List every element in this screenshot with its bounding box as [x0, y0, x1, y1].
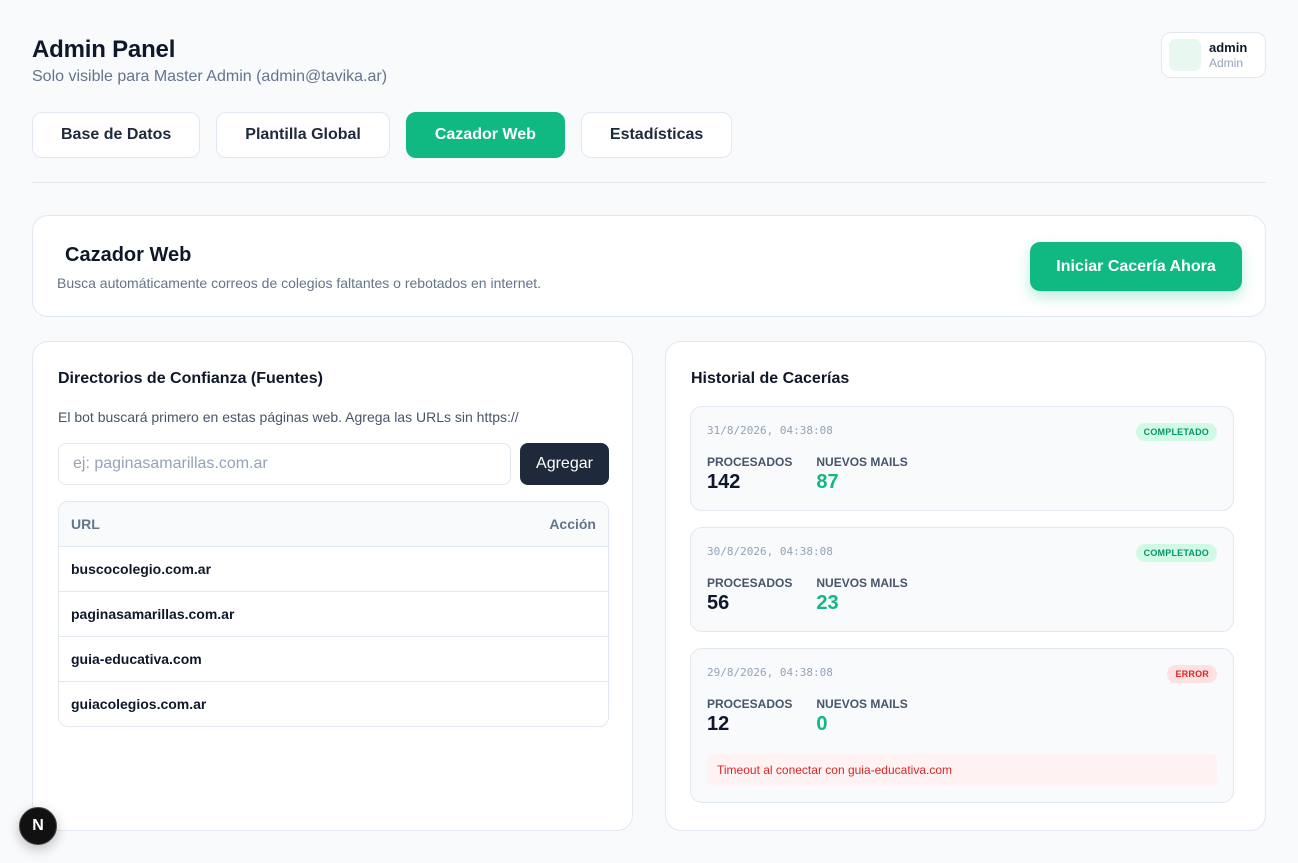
hero-description: Busca automáticamente correos de colegio… — [57, 275, 542, 291]
url-input[interactable] — [58, 443, 511, 485]
new-mails-label: NUEVOS MAILS — [816, 455, 908, 469]
status-badge: COMPLETADO — [1135, 544, 1217, 562]
start-hunt-button[interactable]: Iniciar Cacería Ahora — [1030, 242, 1242, 291]
url-cell: paginasamarillas.com.ar — [71, 606, 235, 622]
sources-card: Directorios de Confianza (Fuentes) El bo… — [32, 341, 633, 831]
column-action: Acción — [549, 516, 596, 532]
history-list: 31/8/2026, 04:38:08 COMPLETADO PROCESADO… — [690, 406, 1234, 819]
tab-plantilla-global[interactable]: Plantilla Global — [216, 112, 390, 158]
sources-hint: El bot buscará primero en estas páginas … — [58, 409, 519, 425]
processed-value: 56 — [707, 592, 730, 614]
sources-title: Directorios de Confianza (Fuentes) — [58, 370, 323, 387]
sources-table: URL Acción buscocolegio.com.ar paginasam… — [58, 501, 609, 727]
avatar — [1169, 39, 1201, 71]
page-subtitle: Solo visible para Master Admin (admin@ta… — [32, 68, 388, 85]
hero-title: Cazador Web — [65, 244, 192, 266]
user-role: Admin — [1209, 55, 1244, 70]
processed-value: 12 — [707, 713, 730, 735]
table-row: guiacolegios.com.ar — [59, 681, 608, 726]
user-name: admin — [1209, 39, 1248, 55]
new-mails-label: NUEVOS MAILS — [816, 576, 908, 590]
new-mails-label: NUEVOS MAILS — [816, 697, 908, 711]
column-url: URL — [71, 516, 100, 532]
add-url-button[interactable]: Agregar — [520, 443, 609, 485]
page-title: Admin Panel — [32, 36, 176, 63]
history-timestamp: 29/8/2026, 04:38:08 — [707, 666, 833, 679]
page-header: Admin Panel Solo visible para Master Adm… — [32, 36, 387, 86]
nextjs-dev-badge[interactable]: N — [19, 807, 57, 845]
status-badge: COMPLETADO — [1135, 423, 1217, 441]
tab-cazador-web[interactable]: Cazador Web — [405, 112, 565, 158]
history-item: 29/8/2026, 04:38:08 ERROR PROCESADOS 12 … — [690, 648, 1234, 803]
new-mails-value: 0 — [816, 713, 828, 735]
history-item: 30/8/2026, 04:38:08 COMPLETADO PROCESADO… — [690, 527, 1234, 632]
url-cell: guiacolegios.com.ar — [71, 696, 207, 712]
processed-label: PROCESADOS — [707, 455, 793, 469]
user-menu[interactable]: admin Admin — [1161, 32, 1266, 78]
error-message: Timeout al conectar con guia-educativa.c… — [707, 754, 1217, 786]
history-item: 31/8/2026, 04:38:08 COMPLETADO PROCESADO… — [690, 406, 1234, 511]
table-header: URL Acción — [59, 502, 608, 546]
url-cell: buscocolegio.com.ar — [71, 561, 212, 577]
status-badge: ERROR — [1167, 665, 1217, 683]
table-row: paginasamarillas.com.ar — [59, 591, 608, 636]
new-mails-value: 23 — [816, 592, 839, 614]
hunter-hero-card: Cazador Web Busca automáticamente correo… — [32, 215, 1266, 317]
processed-label: PROCESADOS — [707, 576, 793, 590]
history-title: Historial de Cacerías — [691, 370, 850, 387]
new-mails-value: 87 — [816, 471, 839, 493]
tab-base-de-datos[interactable]: Base de Datos — [32, 112, 201, 158]
processed-label: PROCESADOS — [707, 697, 793, 711]
tab-bar: Base de Datos Plantilla Global Cazador W… — [32, 112, 733, 158]
table-row: guia-educativa.com — [59, 636, 608, 681]
history-card[interactable]: Historial de Cacerías 31/8/2026, 04:38:0… — [665, 341, 1266, 831]
processed-value: 142 — [707, 471, 741, 493]
table-row: buscocolegio.com.ar — [59, 546, 608, 591]
divider — [32, 182, 1266, 183]
url-cell: guia-educativa.com — [71, 651, 202, 667]
tab-estadisticas[interactable]: Estadísticas — [580, 112, 733, 158]
